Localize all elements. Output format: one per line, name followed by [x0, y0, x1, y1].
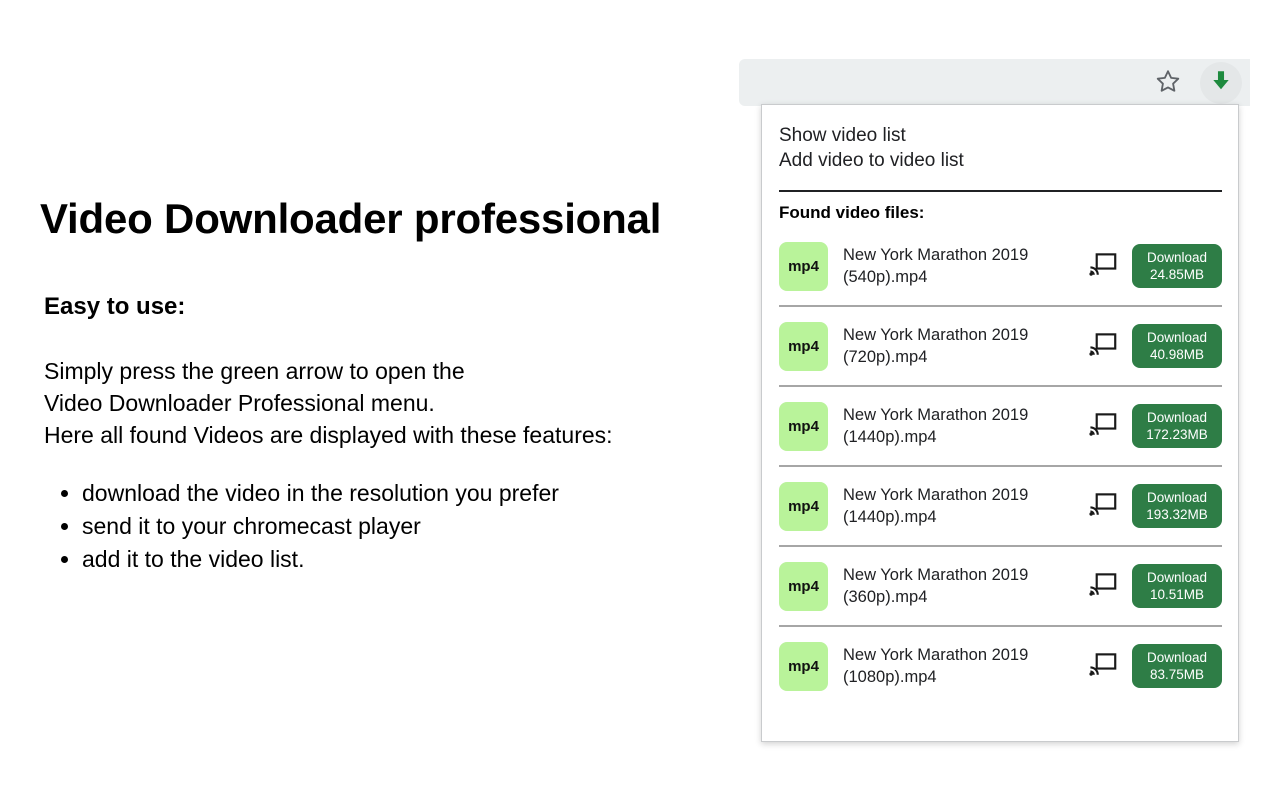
found-video-files-label: Found video files:: [779, 203, 1238, 223]
chromecast-icon: [1089, 653, 1117, 680]
video-title: New York Marathon 2019 (1080p).mp4: [843, 644, 1086, 688]
download-size: 24.85MB: [1150, 266, 1204, 283]
video-title-line-1: New York Marathon 2019: [843, 566, 1028, 584]
format-badge: mp4: [779, 402, 828, 451]
download-button[interactable]: Download 40.98MB: [1132, 324, 1222, 368]
table-row[interactable]: mp4 New York Marathon 2019 (1440p).mp4 D…: [779, 465, 1222, 545]
download-button-label: Download: [1147, 489, 1207, 506]
promo-feature-list: download the video in the resolution you…: [40, 477, 740, 575]
video-title: New York Marathon 2019 (720p).mp4: [843, 324, 1086, 368]
video-title-line-1: New York Marathon 2019: [843, 486, 1028, 504]
browser-toolbar: [739, 59, 1250, 106]
page-title: Video Downloader professional: [40, 196, 740, 241]
promo-paragraph: Simply press the green arrow to open the…: [44, 355, 740, 451]
download-button-label: Download: [1147, 249, 1207, 266]
download-button-label: Download: [1147, 329, 1207, 346]
format-badge: mp4: [779, 242, 828, 291]
menu-item-add-video-to-video-list[interactable]: Add video to video list: [779, 148, 1222, 173]
download-size: 83.75MB: [1150, 666, 1204, 683]
list-item: add it to the video list.: [82, 543, 740, 575]
video-title-line-1: New York Marathon 2019: [843, 646, 1028, 664]
video-file-list: mp4 New York Marathon 2019 (540p).mp4 Do…: [762, 227, 1238, 705]
chromecast-icon: [1089, 333, 1117, 360]
cast-button[interactable]: [1086, 491, 1120, 521]
video-title: New York Marathon 2019 (360p).mp4: [843, 564, 1086, 608]
video-title-line-1: New York Marathon 2019: [843, 406, 1028, 424]
video-title-line-1: New York Marathon 2019: [843, 246, 1028, 264]
star-outline-icon: [1155, 68, 1181, 97]
format-badge: mp4: [779, 642, 828, 691]
chromecast-icon: [1089, 573, 1117, 600]
video-title-line-2: (540p).mp4: [843, 268, 927, 286]
table-row[interactable]: mp4 New York Marathon 2019 (1440p).mp4 D…: [779, 385, 1222, 465]
table-row[interactable]: mp4 New York Marathon 2019 (1080p).mp4 D…: [779, 625, 1222, 705]
video-title-line-2: (1440p).mp4: [843, 428, 937, 446]
download-size: 40.98MB: [1150, 346, 1204, 363]
table-row[interactable]: mp4 New York Marathon 2019 (360p).mp4 Do…: [779, 545, 1222, 625]
download-size: 10.51MB: [1150, 586, 1204, 603]
promo-paragraph-line-1: Simply press the green arrow to open the: [44, 358, 465, 384]
extension-button-video-downloader[interactable]: [1200, 62, 1242, 104]
promo-subtitle: Easy to use:: [44, 293, 740, 321]
download-button[interactable]: Download 24.85MB: [1132, 244, 1222, 288]
video-title-line-1: New York Marathon 2019: [843, 326, 1028, 344]
video-title-line-2: (1440p).mp4: [843, 508, 937, 526]
video-title-line-2: (1080p).mp4: [843, 668, 937, 686]
chromecast-icon: [1089, 493, 1117, 520]
download-button-label: Download: [1147, 409, 1207, 426]
list-item: download the video in the resolution you…: [82, 477, 740, 509]
cast-button[interactable]: [1086, 251, 1120, 281]
download-button[interactable]: Download 83.75MB: [1132, 644, 1222, 688]
download-size: 172.23MB: [1146, 426, 1208, 443]
cast-button[interactable]: [1086, 331, 1120, 361]
video-title: New York Marathon 2019 (1440p).mp4: [843, 484, 1086, 528]
format-badge: mp4: [779, 482, 828, 531]
cast-button[interactable]: [1086, 571, 1120, 601]
cast-button[interactable]: [1086, 411, 1120, 441]
format-badge: mp4: [779, 562, 828, 611]
video-title: New York Marathon 2019 (1440p).mp4: [843, 404, 1086, 448]
download-size: 193.32MB: [1146, 506, 1208, 523]
table-row[interactable]: mp4 New York Marathon 2019 (720p).mp4 Do…: [779, 305, 1222, 385]
video-title-line-2: (720p).mp4: [843, 348, 927, 366]
popup-divider: [779, 190, 1222, 192]
video-title-line-2: (360p).mp4: [843, 588, 927, 606]
toolbar-actions: [1150, 59, 1242, 106]
extension-popup: Show video list Add video to video list …: [761, 104, 1239, 742]
download-button-label: Download: [1147, 569, 1207, 586]
chromecast-icon: [1089, 253, 1117, 280]
promo-paragraph-line-3: Here all found Videos are displayed with…: [44, 422, 613, 448]
download-button-label: Download: [1147, 649, 1207, 666]
bookmark-button[interactable]: [1150, 65, 1186, 101]
promo-paragraph-line-2: Video Downloader Professional menu.: [44, 390, 435, 416]
video-title: New York Marathon 2019 (540p).mp4: [843, 244, 1086, 288]
chromecast-icon: [1089, 413, 1117, 440]
download-button[interactable]: Download 193.32MB: [1132, 484, 1222, 528]
cast-button[interactable]: [1086, 651, 1120, 681]
green-download-arrow-icon: [1208, 68, 1234, 97]
download-button[interactable]: Download 172.23MB: [1132, 404, 1222, 448]
popup-menu: Show video list Add video to video list: [762, 105, 1238, 181]
format-badge: mp4: [779, 322, 828, 371]
menu-item-show-video-list[interactable]: Show video list: [779, 123, 1222, 148]
promo-panel: Video Downloader professional Easy to us…: [40, 196, 740, 576]
table-row[interactable]: mp4 New York Marathon 2019 (540p).mp4 Do…: [779, 227, 1222, 305]
list-item: send it to your chromecast player: [82, 510, 740, 542]
download-button[interactable]: Download 10.51MB: [1132, 564, 1222, 608]
